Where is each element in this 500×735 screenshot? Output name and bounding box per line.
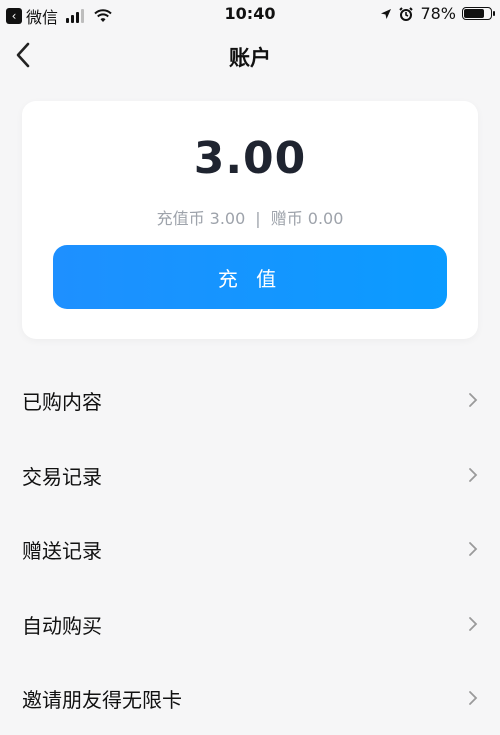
menu-item-label: 赠送记录 <box>22 539 102 563</box>
chevron-right-icon <box>469 616 478 631</box>
breakdown-separator: | <box>255 209 261 228</box>
status-bar: ‹ 微信 10:40 78% <box>0 0 500 28</box>
gift-coins-value: 赠币 0.00 <box>270 209 344 228</box>
chevron-right-icon <box>469 393 478 407</box>
balance-amount: 3.00 <box>193 133 307 184</box>
balance-card: 3.00 充值币 3.00 | 赠币 0.00 充 值 <box>22 101 478 339</box>
menu-item-label: 邀请朋友得无限卡 <box>22 688 182 712</box>
battery-icon <box>462 7 495 20</box>
page-title: 账户 <box>229 46 271 70</box>
location-icon <box>381 8 392 19</box>
menu-item-label: 自动购买 <box>22 613 102 638</box>
battery-percentage: 78% <box>420 4 456 23</box>
chevron-right-icon <box>469 691 478 705</box>
menu-item[interactable]: 自动购买 <box>0 586 500 661</box>
chevron-right-icon <box>469 467 478 482</box>
recharge-coins-value: 充值币 3.00 <box>156 209 246 228</box>
menu-item-label: 交易记录 <box>22 464 102 489</box>
account-menu-list: 已购内容交易记录赠送记录自动购买邀请朋友得无限卡 <box>0 362 500 735</box>
navigation-bar: 账户 <box>0 28 500 84</box>
menu-item[interactable]: 交易记录 <box>0 437 500 512</box>
balance-breakdown: 充值币 3.00 | 赠币 0.00 <box>22 205 478 229</box>
menu-item[interactable]: 赠送记录 <box>0 511 500 586</box>
status-right: 78% <box>380 4 495 23</box>
alarm-icon <box>399 6 414 21</box>
menu-item[interactable]: 已购内容 <box>0 362 500 437</box>
chevron-right-icon <box>469 542 478 556</box>
menu-item-label: 已购内容 <box>22 390 102 414</box>
recharge-button[interactable]: 充 值 <box>53 245 447 309</box>
menu-item[interactable]: 邀请朋友得无限卡 <box>0 660 500 735</box>
